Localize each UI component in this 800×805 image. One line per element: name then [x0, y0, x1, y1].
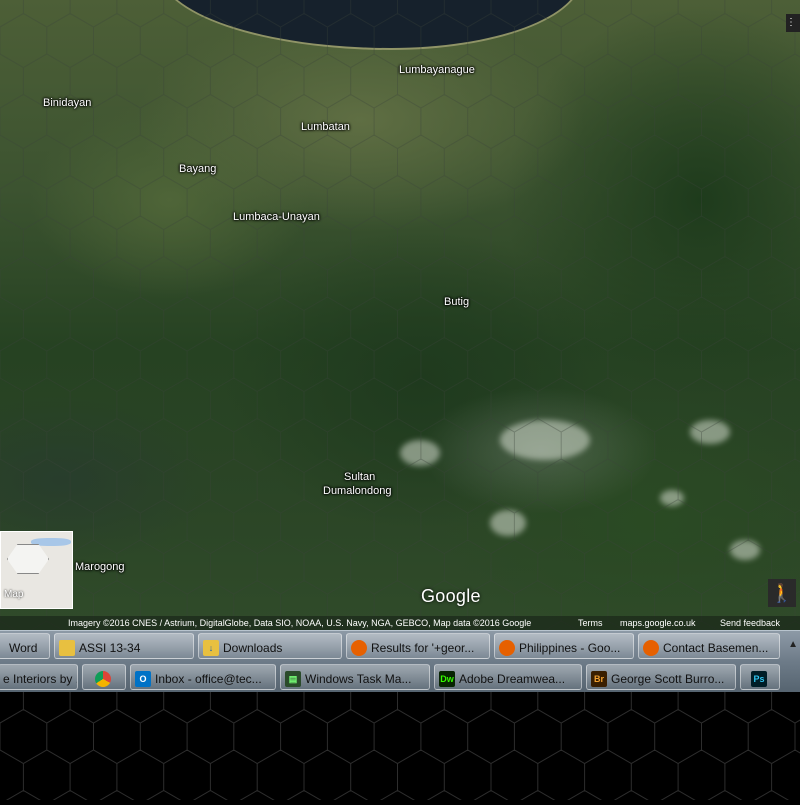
- taskbar-item-contact[interactable]: Contact Basemen...: [638, 633, 780, 659]
- send-feedback-link[interactable]: Send feedback: [720, 616, 780, 630]
- firefox-icon: [499, 639, 515, 656]
- folder-download-icon: ↓: [203, 639, 219, 656]
- terms-link[interactable]: Terms: [578, 616, 603, 630]
- place-label: Sultan: [344, 471, 376, 483]
- taskbar-item-inbox[interactable]: O Inbox - office@tec...: [130, 664, 276, 690]
- taskbar: Word ASSI 13-34 ↓ Downloads Results for '…: [0, 630, 800, 693]
- place-label: Lumbayanague: [399, 64, 475, 76]
- place-label: Binidayan: [43, 97, 92, 109]
- imagery-attribution: Imagery ©2016 CNES / Astrium, DigitalGlo…: [68, 618, 532, 628]
- minimap-label: Map: [4, 589, 24, 600]
- attribution-bar: Imagery ©2016 CNES / Astrium, DigitalGlo…: [0, 616, 800, 630]
- taskbar-item-philippines[interactable]: Philippines - Goo...: [494, 633, 634, 659]
- taskbar-item-results[interactable]: Results for '+geor...: [346, 633, 490, 659]
- hex-grid-lines: [0, 0, 800, 630]
- place-label: Lumbaca-Unayan: [233, 211, 320, 223]
- place-label: Dumalondong: [323, 485, 392, 497]
- hex-grid-overlay: [0, 0, 800, 630]
- taskbar-item-label: Inbox - office@tec...: [155, 671, 262, 686]
- grid-icon[interactable]: ⋮⋮: [786, 14, 800, 32]
- task-manager-icon: ▤: [285, 670, 301, 687]
- taskbar-item-label: e Interiors by ...: [3, 671, 78, 686]
- hex-grid-overlay: [0, 627, 800, 805]
- taskbar-item-assi[interactable]: ASSI 13-34: [54, 633, 194, 659]
- firefox-icon: [351, 639, 367, 656]
- taskbar-item-bridge[interactable]: Br George Scott Burro...: [586, 664, 736, 690]
- minimap-toggle[interactable]: Map: [0, 531, 73, 609]
- taskbar-item-label: Word: [9, 640, 38, 655]
- folder-icon: [59, 639, 75, 656]
- place-label: Butig: [444, 296, 470, 308]
- hex-grid-lines: [0, 627, 800, 805]
- place-label: Marogong: [75, 561, 125, 573]
- dreamweaver-icon: Dw: [439, 670, 455, 687]
- taskbar-item-chrome[interactable]: [82, 664, 126, 690]
- taskbar-item-label: Adobe Dreamwea...: [459, 671, 566, 686]
- taskbar-item-label: Downloads: [223, 640, 283, 655]
- minimap-shape: [7, 544, 49, 574]
- google-logo: Google: [421, 586, 481, 606]
- outlook-icon: O: [135, 670, 151, 687]
- place-label: Bayang: [179, 163, 217, 175]
- domain-link[interactable]: maps.google.co.uk: [620, 616, 696, 630]
- scroll-up-icon[interactable]: ▲: [788, 639, 798, 650]
- place-label: Lumbatan: [301, 121, 350, 133]
- taskbar-item-downloads[interactable]: ↓ Downloads: [198, 633, 342, 659]
- taskbar-item-label: Windows Task Ma...: [305, 671, 412, 686]
- pegman-icon[interactable]: 🚶: [768, 579, 796, 607]
- bridge-icon: Br: [591, 670, 607, 687]
- taskbar-item-task-manager[interactable]: ▤ Windows Task Ma...: [280, 664, 430, 690]
- photoshop-icon: Ps: [751, 670, 767, 687]
- taskbar-item-label: Results for '+geor...: [371, 640, 475, 655]
- taskbar-item-label: Philippines - Goo...: [519, 640, 621, 655]
- firefox-icon: [643, 639, 659, 656]
- taskbar-item-label: George Scott Burro...: [611, 671, 725, 686]
- taskbar-item-photoshop[interactable]: Ps: [740, 664, 780, 690]
- desktop-background: [0, 627, 800, 805]
- taskbar-item-dreamweaver[interactable]: Dw Adobe Dreamwea...: [434, 664, 582, 690]
- taskbar-item-label: ASSI 13-34: [79, 640, 141, 655]
- map-viewport[interactable]: Lumbayanague Binidayan Lumbatan Bayang L…: [0, 0, 800, 630]
- chrome-icon: [95, 670, 111, 687]
- taskbar-item-interiors[interactable]: e Interiors by ...: [0, 664, 78, 690]
- taskbar-item-label: Contact Basemen...: [663, 640, 769, 655]
- taskbar-item-word[interactable]: Word: [0, 633, 50, 659]
